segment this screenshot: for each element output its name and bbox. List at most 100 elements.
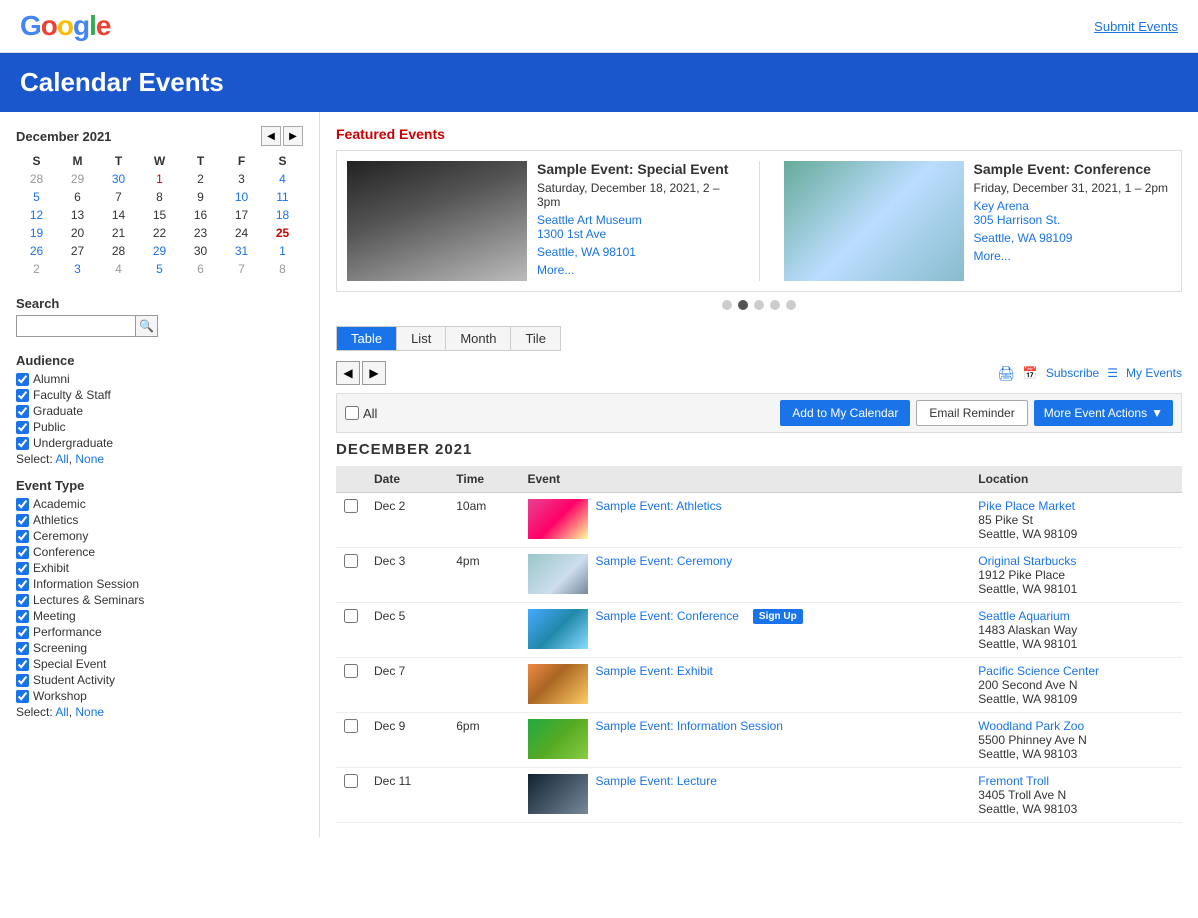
subscribe-link[interactable]: Subscribe <box>1046 366 1099 380</box>
cal-day-cell[interactable]: 31 <box>221 242 262 260</box>
location-name[interactable]: Original Starbucks <box>978 554 1174 568</box>
featured-event-1-more[interactable]: More... <box>537 263 574 277</box>
list-icon[interactable] <box>1107 366 1118 380</box>
cal-day-cell[interactable]: 17 <box>221 206 262 224</box>
audience-checkbox[interactable] <box>16 421 29 434</box>
event-type-checkbox[interactable] <box>16 514 29 527</box>
cal-day-cell[interactable]: 14 <box>98 206 139 224</box>
cal-day-cell[interactable]: 7 <box>98 188 139 206</box>
row-checkbox[interactable] <box>344 554 358 568</box>
audience-select-all[interactable]: All <box>55 452 68 466</box>
event-type-checkbox[interactable] <box>16 562 29 575</box>
audience-checkbox[interactable] <box>16 373 29 386</box>
view-tab-month[interactable]: Month <box>446 327 511 350</box>
cal-day-cell[interactable]: 21 <box>98 224 139 242</box>
cal-day-cell[interactable]: 16 <box>180 206 221 224</box>
event-type-checkbox[interactable] <box>16 690 29 703</box>
event-type-checkbox[interactable] <box>16 626 29 639</box>
cal-day-cell[interactable]: 8 <box>139 188 180 206</box>
location-name[interactable]: Fremont Troll <box>978 774 1174 788</box>
cal-day-cell[interactable]: 25 <box>262 224 303 242</box>
cal-day-cell[interactable]: 8 <box>262 260 303 278</box>
cal-day-cell[interactable]: 29 <box>139 242 180 260</box>
cal-day-cell[interactable]: 2 <box>180 170 221 188</box>
event-name-link[interactable]: Sample Event: Lecture <box>596 774 717 788</box>
cal-day-cell[interactable]: 30 <box>98 170 139 188</box>
event-name-link[interactable]: Sample Event: Information Session <box>596 719 783 733</box>
event-type-checkbox[interactable] <box>16 530 29 543</box>
cal-day-cell[interactable]: 28 <box>16 170 57 188</box>
cal-day-cell[interactable]: 1 <box>139 170 180 188</box>
subscribe-icon[interactable] <box>1023 366 1038 380</box>
location-name[interactable]: Seattle Aquarium <box>978 609 1174 623</box>
cal-day-cell[interactable]: 5 <box>139 260 180 278</box>
cal-day-cell[interactable]: 3 <box>57 260 98 278</box>
carousel-dot[interactable] <box>770 300 780 310</box>
cal-day-cell[interactable]: 19 <box>16 224 57 242</box>
event-name-link[interactable]: Sample Event: Conference <box>596 609 739 623</box>
carousel-dot[interactable] <box>754 300 764 310</box>
row-checkbox[interactable] <box>344 719 358 733</box>
event-type-checkbox[interactable] <box>16 498 29 511</box>
cal-day-cell[interactable]: 6 <box>57 188 98 206</box>
cal-day-cell[interactable]: 1 <box>262 242 303 260</box>
cal-day-cell[interactable]: 9 <box>180 188 221 206</box>
email-reminder-btn[interactable]: Email Reminder <box>916 400 1027 426</box>
featured-event-2-more[interactable]: More... <box>974 249 1011 263</box>
event-name-link[interactable]: Sample Event: Athletics <box>596 499 722 513</box>
carousel-dot[interactable] <box>738 300 748 310</box>
search-button[interactable]: 🔍 <box>136 315 158 337</box>
location-name[interactable]: Woodland Park Zoo <box>978 719 1174 733</box>
audience-checkbox[interactable] <box>16 389 29 402</box>
all-checkbox-label[interactable]: All <box>345 406 377 421</box>
row-checkbox[interactable] <box>344 499 358 513</box>
event-name-link[interactable]: Sample Event: Ceremony <box>596 554 733 568</box>
search-input[interactable] <box>16 315 136 337</box>
event-type-checkbox[interactable] <box>16 658 29 671</box>
event-type-checkbox[interactable] <box>16 546 29 559</box>
row-checkbox[interactable] <box>344 609 358 623</box>
carousel-dot[interactable] <box>722 300 732 310</box>
cal-day-cell[interactable]: 15 <box>139 206 180 224</box>
add-to-calendar-btn[interactable]: Add to My Calendar <box>780 400 910 426</box>
print-icon[interactable] <box>997 365 1015 382</box>
cal-day-cell[interactable]: 11 <box>262 188 303 206</box>
row-checkbox[interactable] <box>344 774 358 788</box>
audience-checkbox[interactable] <box>16 437 29 450</box>
event-type-checkbox[interactable] <box>16 594 29 607</box>
cal-day-cell[interactable]: 3 <box>221 170 262 188</box>
cal-day-cell[interactable]: 28 <box>98 242 139 260</box>
cal-day-cell[interactable]: 26 <box>16 242 57 260</box>
event-type-checkbox[interactable] <box>16 674 29 687</box>
audience-checkbox[interactable] <box>16 405 29 418</box>
cal-day-cell[interactable]: 20 <box>57 224 98 242</box>
cal-day-cell[interactable]: 12 <box>16 206 57 224</box>
event-type-select-none[interactable]: None <box>75 705 104 719</box>
event-type-checkbox[interactable] <box>16 642 29 655</box>
event-type-checkbox[interactable] <box>16 578 29 591</box>
sign-up-badge[interactable]: Sign Up <box>753 609 803 624</box>
event-type-select-all[interactable]: All <box>55 705 68 719</box>
event-type-checkbox[interactable] <box>16 610 29 623</box>
cal-day-cell[interactable]: 7 <box>221 260 262 278</box>
cal-day-cell[interactable]: 10 <box>221 188 262 206</box>
cal-day-cell[interactable]: 5 <box>16 188 57 206</box>
audience-select-none[interactable]: None <box>75 452 104 466</box>
view-tab-list[interactable]: List <box>397 327 446 350</box>
cal-day-cell[interactable]: 4 <box>98 260 139 278</box>
cal-day-cell[interactable]: 2 <box>16 260 57 278</box>
view-tab-tile[interactable]: Tile <box>511 327 559 350</box>
location-name[interactable]: Pike Place Market <box>978 499 1174 513</box>
cal-prev-btn[interactable]: ◀ <box>261 126 281 146</box>
cal-day-cell[interactable]: 27 <box>57 242 98 260</box>
location-name[interactable]: Pacific Science Center <box>978 664 1174 678</box>
row-checkbox[interactable] <box>344 664 358 678</box>
table-next-btn[interactable]: ▶ <box>362 361 386 385</box>
cal-day-cell[interactable]: 6 <box>180 260 221 278</box>
cal-day-cell[interactable]: 13 <box>57 206 98 224</box>
cal-day-cell[interactable]: 29 <box>57 170 98 188</box>
cal-day-cell[interactable]: 30 <box>180 242 221 260</box>
cal-next-btn[interactable]: ▶ <box>283 126 303 146</box>
cal-day-cell[interactable]: 24 <box>221 224 262 242</box>
table-prev-btn[interactable]: ◀ <box>336 361 360 385</box>
